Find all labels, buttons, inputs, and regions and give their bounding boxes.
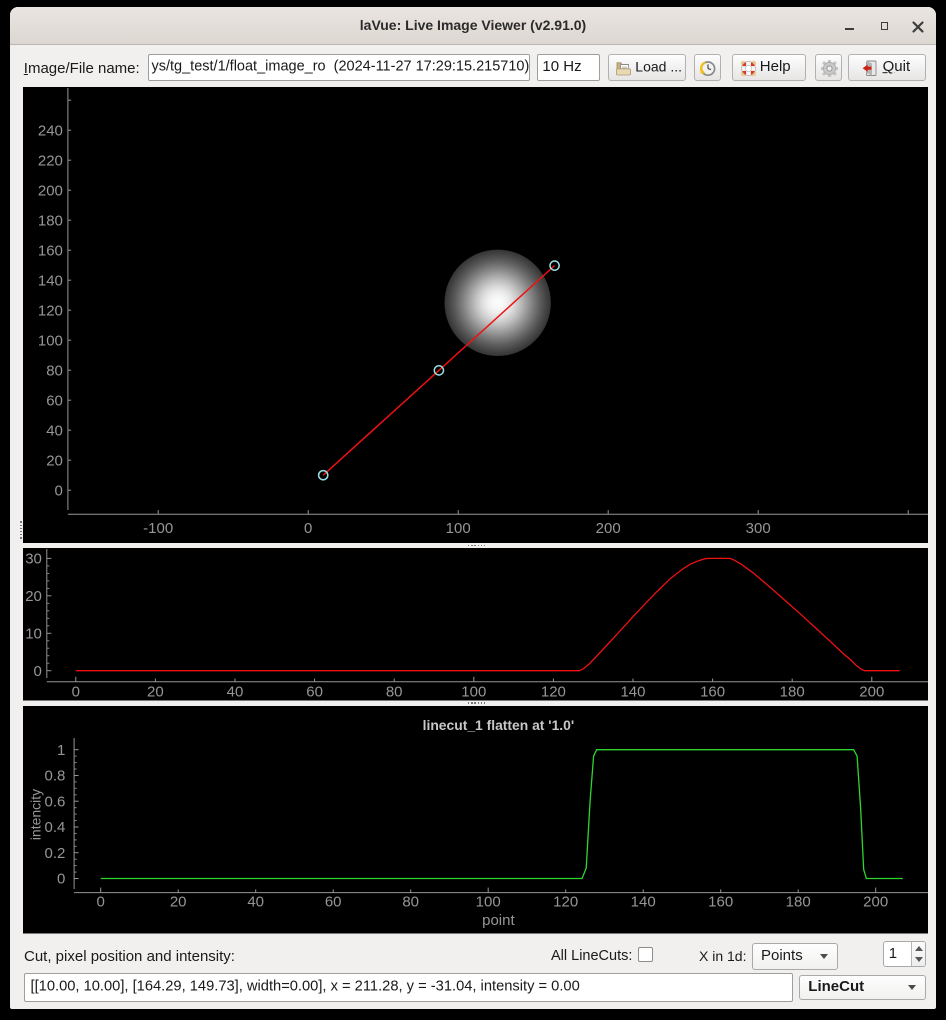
svg-text:160: 160 — [708, 893, 733, 910]
svg-text:10: 10 — [25, 625, 42, 642]
svg-text:0: 0 — [304, 520, 312, 537]
svg-text:point: point — [482, 912, 515, 929]
svg-text:200: 200 — [863, 893, 888, 910]
svg-text:200: 200 — [859, 683, 884, 700]
svg-text:80: 80 — [46, 362, 63, 379]
svg-text:20: 20 — [169, 893, 186, 910]
svg-text:20: 20 — [46, 452, 63, 469]
svg-text:300: 300 — [745, 520, 770, 537]
svg-text:0.6: 0.6 — [44, 793, 65, 810]
svg-text:20: 20 — [25, 588, 42, 605]
svg-text:0: 0 — [54, 482, 62, 499]
svg-text:1: 1 — [57, 742, 65, 759]
svg-text:100: 100 — [475, 893, 500, 910]
svg-text:180: 180 — [779, 683, 804, 700]
svg-text:40: 40 — [247, 893, 264, 910]
svg-text:160: 160 — [700, 683, 725, 700]
svg-text:120: 120 — [540, 683, 565, 700]
svg-text:0.8: 0.8 — [44, 768, 65, 785]
svg-text:160: 160 — [37, 242, 62, 259]
svg-text:180: 180 — [37, 212, 62, 229]
svg-text:60: 60 — [324, 893, 341, 910]
svg-text:140: 140 — [620, 683, 645, 700]
svg-text:180: 180 — [785, 893, 810, 910]
svg-text:80: 80 — [385, 683, 402, 700]
svg-text:0: 0 — [71, 683, 79, 700]
svg-text:0: 0 — [57, 871, 65, 888]
svg-text:140: 140 — [37, 272, 62, 289]
svg-text:linecut_1 flatten at '1.0': linecut_1 flatten at '1.0' — [422, 717, 574, 733]
svg-text:140: 140 — [630, 893, 655, 910]
svg-text:60: 60 — [46, 392, 63, 409]
svg-text:100: 100 — [461, 683, 486, 700]
svg-text:30: 30 — [25, 551, 42, 568]
svg-text:100: 100 — [37, 332, 62, 349]
svg-text:40: 40 — [46, 422, 63, 439]
svg-text:20: 20 — [147, 683, 164, 700]
svg-text:0.2: 0.2 — [44, 845, 65, 862]
svg-text:80: 80 — [402, 893, 419, 910]
svg-text:intencity: intencity — [27, 789, 43, 840]
svg-text:0: 0 — [33, 663, 41, 680]
svg-text:40: 40 — [226, 683, 243, 700]
svg-text:0: 0 — [96, 893, 104, 910]
svg-text:200: 200 — [595, 520, 620, 537]
svg-text:220: 220 — [37, 152, 62, 169]
svg-text:60: 60 — [306, 683, 323, 700]
svg-text:120: 120 — [553, 893, 578, 910]
svg-text:200: 200 — [37, 182, 62, 199]
svg-text:100: 100 — [445, 520, 470, 537]
svg-text:120: 120 — [37, 302, 62, 319]
svg-text:-100: -100 — [143, 520, 173, 537]
svg-text:240: 240 — [37, 122, 62, 139]
svg-text:0.4: 0.4 — [44, 819, 65, 836]
